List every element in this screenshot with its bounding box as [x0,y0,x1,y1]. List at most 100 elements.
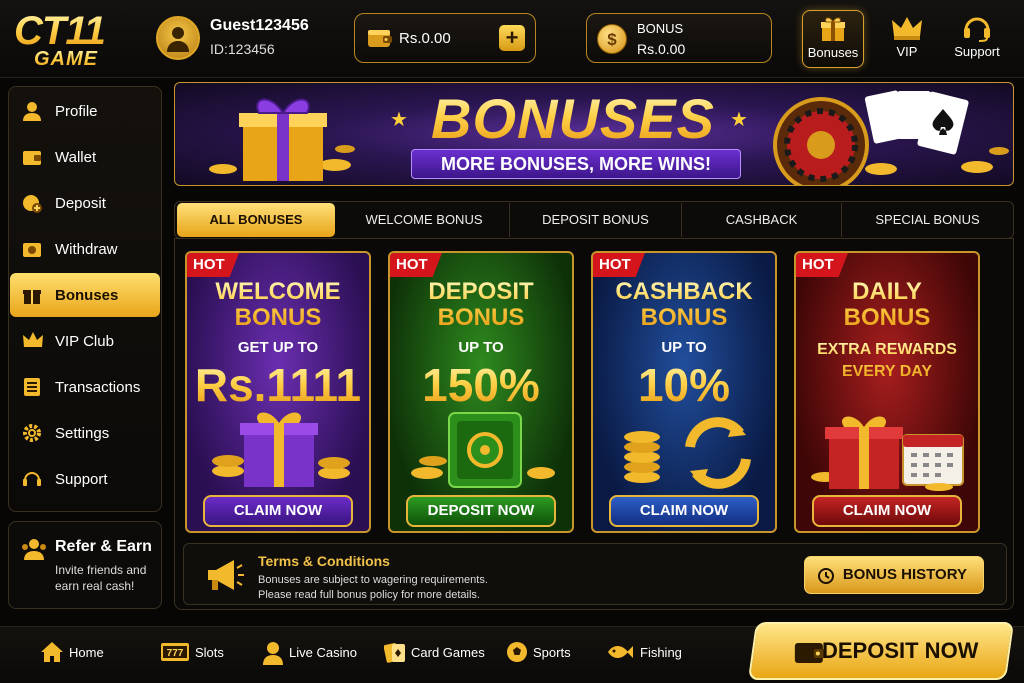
daily-bonus-card[interactable]: HOT DAILY BONUS EXTRA REWARDS EVERY DAY … [794,251,980,533]
top-nav-vip[interactable]: VIP [876,10,938,68]
bottom-nav-home[interactable]: Home [40,639,110,669]
safe-icon [411,412,555,488]
avatar[interactable] [156,16,200,60]
card-title-line-1: CASHBACK [615,278,753,305]
sidebar-item-transactions[interactable]: Transactions [10,365,160,409]
megaphone-icon [208,560,244,590]
deposit-now-card-button[interactable]: DEPOSIT NOW [406,495,556,527]
cashback-bonus-card[interactable]: HOT CASHBACK BONUS UP TO 10% CLAIM NOW [591,251,777,533]
bottom-nav-fishing[interactable]: Fishing [606,639,686,669]
refer-subtitle: Invite friends and earn real cash! [55,563,147,593]
user-icon [167,27,189,52]
plus-icon: + [505,25,519,50]
gift-and-calendar-icon [811,416,964,491]
sidebar-item-withdraw[interactable]: Withdraw [10,227,160,271]
card-extra-line-1: EXTRA REWARDS [817,341,957,358]
terms-line-1: Bonuses are subject to wagering requirem… [258,574,488,586]
deposit-now-button[interactable]: DEPOSIT NOW [747,622,1015,680]
card-title-line-1: WELCOME [215,278,341,305]
bottom-nav-label: Home [69,645,104,660]
gear-icon [23,424,41,442]
bonus-balance[interactable]: $ BONUS Rs.0.00 [586,13,772,63]
logo-line-1: CT11 [14,9,106,53]
sidebar-item-label: Wallet [55,149,97,166]
top-nav-label: Bonuses [807,45,859,60]
history-icon [818,568,834,584]
sidebar-item-label: Transactions [55,379,141,396]
top-nav-bonuses[interactable]: Bonuses [802,10,864,68]
bottom-nav-label: Card Games [411,645,485,660]
wallet-balance[interactable]: Rs.0.00 + [354,13,536,63]
bonus-history-label: BONUS HISTORY [842,566,967,583]
deposit-icon [23,195,42,213]
sidebar-item-label: Withdraw [55,241,118,258]
hot-badge: HOT [593,253,645,277]
sidebar-item-settings[interactable]: Settings [10,411,160,455]
card-title-line-2: BONUS [640,304,728,331]
refer-and-earn[interactable]: Refer & Earn Invite friends and earn rea… [8,521,162,609]
bonus-balance-label: BONUS [637,21,684,36]
cashback-arrows-icon [624,417,751,489]
sidebar-item-wallet[interactable]: Wallet [10,135,160,179]
sidebar-item-label: Bonuses [55,287,119,304]
card-pretext: UP TO [458,339,504,356]
logo-line-2: GAME [34,48,98,70]
deposit-now-label: DEPOSIT NOW [821,638,978,663]
deposit-bonus-card[interactable]: HOT DEPOSIT BONUS UP TO 150% DEPOSIT NOW [388,251,574,533]
tab-welcome-bonus[interactable]: WELCOME BONUS [339,203,509,237]
bottom-nav-label: Live Casino [289,645,357,660]
bonus-history-button[interactable]: BONUS HISTORY [804,556,984,594]
soccer-ball-icon [507,642,527,662]
add-funds-button[interactable]: + [499,25,525,51]
card-title-line-1: DEPOSIT [428,278,534,305]
claim-now-button[interactable]: CLAIM NOW [203,495,353,527]
claim-now-button[interactable]: CLAIM NOW [609,495,759,527]
welcome-bonus-card[interactable]: HOT WELCOME BONUS GET UP TO Rs.1111 CLAI… [185,251,371,533]
tab-deposit-bonus[interactable]: DEPOSIT BONUS [509,203,681,237]
gift-box-illustration [209,98,355,181]
card-pretext: UP TO [661,339,707,356]
brand-logo[interactable]: CT11 GAME [14,9,134,70]
bottom-nav-sports[interactable]: Sports [506,639,576,669]
sidebar-item-support[interactable]: Support [10,457,160,501]
sidebar: Profile Wallet Deposit Withdraw Bonuses … [8,86,162,512]
tab-cashback[interactable]: CASHBACK [681,203,841,237]
cards-icon [384,643,405,663]
card-title-line-2: BONUS [437,304,525,331]
claim-now-button[interactable]: CLAIM NOW [812,495,962,527]
headset-icon [23,472,41,486]
sidebar-item-bonuses[interactable]: Bonuses [10,273,160,317]
sidebar-item-vip-club[interactable]: VIP Club [10,319,160,363]
svg-text:777: 777 [167,648,184,659]
card-title: CASHBACK BONUS [593,279,775,331]
refer-title: Refer & Earn [55,538,152,555]
tab-all-bonuses[interactable]: ALL BONUSES [177,203,335,237]
card-extra-line-2: EVERY DAY [841,363,933,380]
top-nav-label: Support [954,44,1000,59]
gift-box-icon [212,412,350,487]
card-extra-text: EXTRA REWARDS EVERY DAY [796,339,978,383]
roulette-and-cards-illustration [773,90,1009,185]
top-nav-label: VIP [896,44,918,59]
sidebar-item-deposit[interactable]: Deposit [10,181,160,225]
bottom-nav-card-games[interactable]: Card Games [384,639,485,669]
bottom-nav-label: Sports [533,645,571,660]
top-nav-support[interactable]: Support [946,10,1008,68]
wallet-icon [23,151,41,165]
card-amount: 150% [390,359,572,411]
top-bar: CT11 GAME Guest123456 ID:123456 Rs.0.00 … [0,0,1024,78]
user-id: ID:123456 [210,41,275,57]
tab-special-bonus[interactable]: SPECIAL BONUS [841,203,1013,237]
card-title-line-2: BONUS [234,304,322,331]
card-title-line-1: DAILY [852,278,922,305]
card-title-line-2: BONUS [843,304,931,331]
card-amount: 10% [593,359,775,411]
home-icon [41,642,63,662]
bottom-nav-slots[interactable]: 777 Slots [160,639,230,669]
sidebar-item-profile[interactable]: Profile [10,89,160,133]
coin-icon: $ [597,24,627,54]
list-icon [24,378,40,396]
headset-icon [964,17,990,42]
fish-icon [608,646,633,658]
bottom-nav-live-casino[interactable]: Live Casino [262,639,362,669]
